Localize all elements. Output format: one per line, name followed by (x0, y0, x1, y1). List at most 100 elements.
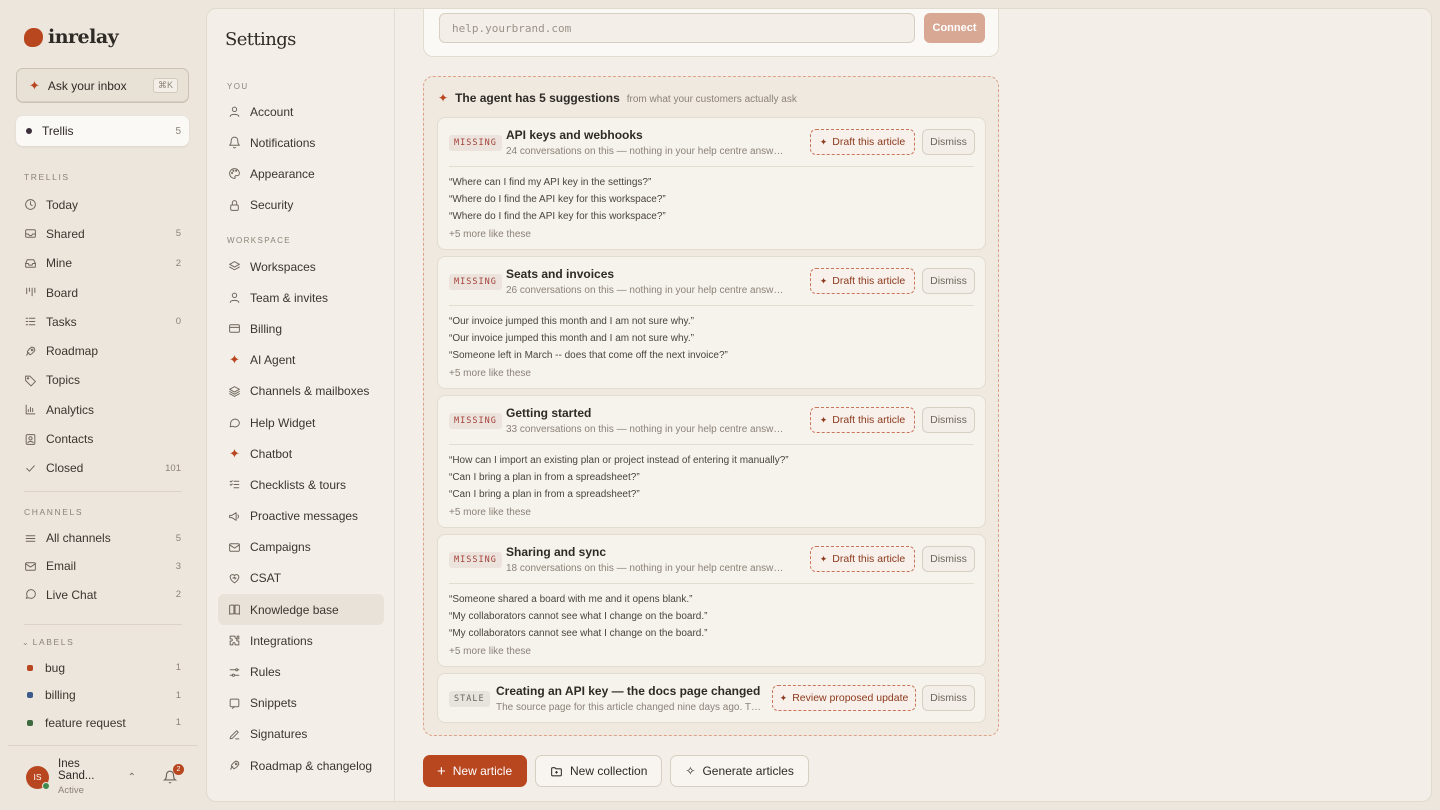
new-collection-button[interactable]: New collection (535, 755, 663, 787)
settings-item-team-and-invites[interactable]: Team & invites (218, 282, 384, 313)
ask-inbox-label: Ask your inbox (47, 78, 127, 93)
settings-item-rules[interactable]: Rules (218, 656, 384, 687)
sidebar-item-label: Mine (46, 256, 73, 271)
user-icon (228, 105, 241, 118)
inbox-icon (24, 227, 37, 240)
settings-item-account[interactable]: Account (218, 96, 384, 127)
label-item-feature-request[interactable]: feature request 1 (16, 709, 189, 737)
settings-item-csat[interactable]: CSAT (218, 563, 384, 594)
sparkle-icon: ✦ (438, 91, 449, 105)
page-title: Settings (225, 29, 296, 50)
mail-icon (24, 560, 37, 573)
bell-icon[interactable]: 2 (163, 764, 184, 784)
sidebar-item-all-channels[interactable]: All channels 5 (16, 524, 189, 552)
settings-item-ai-agent[interactable]: ✦ AI Agent (218, 345, 384, 376)
action-label: Draft this article (832, 414, 906, 426)
more-like-these-link[interactable]: +5 more like these (449, 643, 707, 660)
status-badge: MISSING (449, 135, 502, 151)
sidebar-item-roadmap[interactable]: Roadmap (16, 336, 189, 365)
customer-quote: “Where do I find the API key for this wo… (449, 194, 666, 206)
sidebar-item-label: Closed (46, 461, 84, 476)
lines-icon (24, 532, 37, 545)
settings-item-integrations[interactable]: Integrations (218, 625, 384, 656)
sidebar-item-shared[interactable]: Shared 5 (16, 219, 189, 248)
settings-item-appearance[interactable]: Appearance (218, 158, 384, 189)
user-menu[interactable]: IS Ines Sand... Active ⌃ 2 (16, 756, 189, 798)
section-label-labels[interactable]: ⌄ LABELS (22, 637, 74, 647)
dismiss-button[interactable]: Dismiss (922, 407, 975, 433)
suggestions-subtitle: from what your customers actually ask (626, 94, 797, 105)
draft-article-button[interactable]: ✦ Draft this article (810, 268, 915, 294)
settings-item-security[interactable]: Security (218, 190, 384, 221)
sparkle-icon: ✦ (29, 77, 40, 93)
chevron-up-icon[interactable]: ⌃ (128, 772, 136, 783)
action-label: Review proposed update (792, 692, 909, 704)
settings-item-proactive-messages[interactable]: Proactive messages (218, 501, 384, 532)
settings-item-roadmap-and-changelog[interactable]: Roadmap & changelog (218, 750, 384, 781)
domain-input[interactable]: help.yourbrand.com (439, 13, 915, 43)
label-name: billing (45, 688, 76, 703)
settings-item-channels-and-mailboxes[interactable]: Channels & mailboxes (218, 376, 384, 407)
settings-item-workspaces[interactable]: Workspaces (218, 251, 384, 282)
generate-articles-button[interactable]: ✧ Generate articles (670, 755, 809, 787)
dismiss-button[interactable]: Dismiss (922, 546, 975, 572)
customer-quote: “Someone shared a board with me and it o… (449, 594, 693, 605)
draft-article-button[interactable]: ✦ Draft this article (810, 407, 915, 433)
suggestion-title: Sharing and sync (506, 545, 607, 559)
clock-icon (24, 198, 37, 211)
sidebar-item-closed[interactable]: Closed 101 (16, 454, 189, 483)
dismiss-button[interactable]: Dismiss (922, 268, 975, 294)
sidebar-item-analytics[interactable]: Analytics (16, 395, 189, 424)
more-like-these-link[interactable]: +5 more like these (449, 504, 789, 521)
more-like-these-link[interactable]: +5 more like these (449, 365, 728, 382)
settings-item-signatures[interactable]: Signatures (218, 719, 384, 750)
connect-button[interactable]: Connect (924, 13, 985, 43)
customer-quote: “My collaborators cannot see what I chan… (449, 611, 708, 623)
label-item-billing[interactable]: billing 1 (16, 682, 189, 710)
sidebar-item-email[interactable]: Email 3 (16, 552, 189, 580)
draft-article-button[interactable]: ✦ Draft this article (810, 129, 915, 155)
labels-nav: bug 1 billing 1 feature request 1 (16, 654, 189, 737)
settings-item-campaigns[interactable]: Campaigns (218, 532, 384, 563)
lock-icon (228, 199, 241, 212)
sidebar-item-contacts[interactable]: Contacts (16, 424, 189, 453)
sidebar-item-mine[interactable]: Mine 2 (16, 249, 189, 278)
label-item-bug[interactable]: bug 1 (16, 654, 189, 682)
more-like-these-link[interactable]: +5 more like these (449, 226, 666, 243)
settings-item-checklists-and-tours[interactable]: Checklists & tours (218, 469, 384, 500)
new-article-button[interactable]: + New article (423, 755, 527, 787)
sidebar-item-count: 5 (175, 228, 181, 240)
board-icon (24, 286, 37, 299)
workspace-switcher[interactable]: Trellis 5 (16, 116, 189, 146)
suggestion-subtitle: The source page for this article changed… (496, 702, 762, 713)
settings-item-knowledge-base[interactable]: Knowledge base (218, 594, 384, 626)
dismiss-button[interactable]: Dismiss (922, 685, 975, 711)
bell-icon (228, 136, 241, 149)
settings-item-chatbot[interactable]: ✦ Chatbot (218, 438, 384, 469)
settings-item-snippets[interactable]: Snippets (218, 688, 384, 719)
sidebar-item-tasks[interactable]: Tasks 0 (16, 307, 189, 336)
suggestions-panel: ✦ The agent has 5 suggestions from what … (423, 76, 999, 736)
sidebar-item-live-chat[interactable]: Live Chat 2 (16, 581, 189, 609)
brand-logo[interactable]: inrelay (24, 26, 119, 48)
settings-item-help-widget[interactable]: Help Widget (218, 407, 384, 438)
sidebar-item-count: 2 (175, 257, 181, 269)
settings-item-label: AI Agent (250, 353, 296, 368)
customer-quote: “Someone left in March -- does that come… (449, 350, 728, 362)
sparkle-icon: ✦ (229, 445, 240, 461)
label-count: 1 (175, 662, 181, 674)
dismiss-button[interactable]: Dismiss (922, 129, 975, 155)
sidebar-item-topics[interactable]: Topics (16, 366, 189, 395)
sidebar-item-today[interactable]: Today (16, 190, 189, 219)
review-update-button[interactable]: ✦ Review proposed update (772, 685, 916, 711)
draft-article-button[interactable]: ✦ Draft this article (810, 546, 915, 572)
tag-icon (24, 374, 37, 387)
suggestion-subtitle: 18 conversations on this — nothing in yo… (506, 563, 786, 574)
settings-item-billing[interactable]: Billing (218, 313, 384, 344)
customer-quote: “How can I import an existing plan or pr… (449, 455, 789, 466)
sidebar-item-board[interactable]: Board (16, 278, 189, 307)
settings-item-label: Channels & mailboxes (250, 384, 370, 399)
ask-inbox-button[interactable]: ✦ Ask your inbox ⌘K (16, 68, 189, 103)
settings-item-notifications[interactable]: Notifications (218, 127, 384, 158)
sidebar-item-label: Board (46, 285, 79, 300)
